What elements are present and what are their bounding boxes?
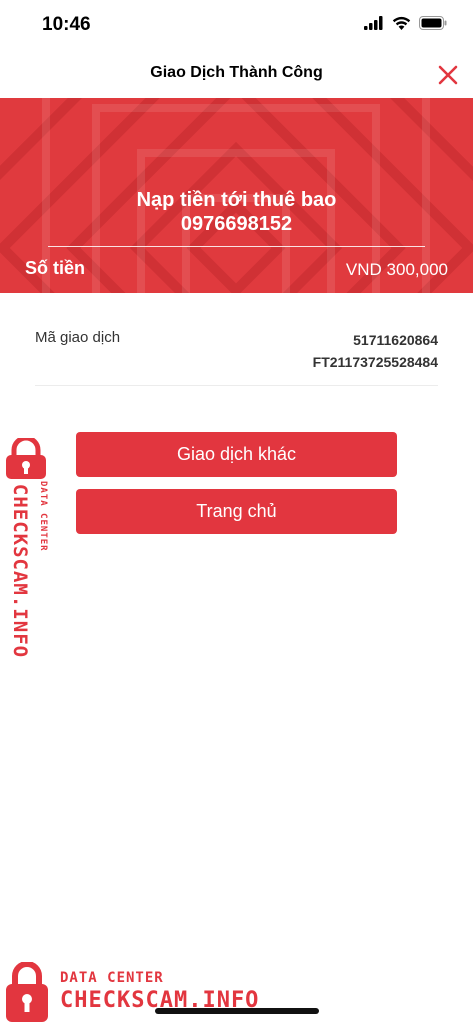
close-icon bbox=[438, 65, 458, 85]
transaction-id-value-2: FT21173725528484 bbox=[312, 354, 438, 370]
transaction-id-label: Mã giao dịch bbox=[35, 329, 121, 346]
watermark-bottom-tag: DATA CENTER bbox=[60, 970, 164, 986]
nav-bar: Giao Dịch Thành Công bbox=[0, 50, 473, 98]
amount-label: Số tiền bbox=[25, 258, 86, 278]
watermark-side: CHECKSCAM.INFO DATA CENTER bbox=[3, 438, 51, 668]
home-indicator[interactable] bbox=[155, 1008, 319, 1014]
watermark-side-brand: CHECKSCAM.INFO bbox=[9, 483, 31, 659]
wifi-icon bbox=[392, 16, 411, 30]
page-title: Giao Dịch Thành Công bbox=[150, 64, 323, 81]
success-banner: Nạp tiền tới thuê bao 0976698152 Số tiền… bbox=[0, 98, 473, 293]
other-transaction-button[interactable]: Giao dịch khác bbox=[76, 432, 397, 477]
amount-value: VND 300,000 bbox=[345, 260, 448, 279]
status-time: 10:46 bbox=[42, 14, 91, 35]
transaction-id-values: 51711620864 FT21173725528484 bbox=[313, 329, 438, 373]
signal-icon bbox=[364, 16, 383, 30]
watermark-side-tag: DATA CENTER bbox=[38, 481, 48, 552]
watermark-bottom: DATA CENTER CHECKSCAM.INFO bbox=[4, 962, 294, 1024]
banner-title: Nạp tiền tới thuê bao 0976698152 bbox=[0, 188, 473, 236]
battery-icon bbox=[419, 16, 447, 30]
home-button[interactable]: Trang chủ bbox=[76, 489, 397, 534]
banner-title-line1: Nạp tiền tới thuê bao bbox=[136, 189, 337, 211]
transaction-id-value-1: 51711620864 bbox=[353, 332, 438, 348]
lock-icon bbox=[6, 962, 48, 1022]
status-bar: 10:46 bbox=[0, 0, 473, 50]
transaction-id-row: Mã giao dịch 51711620864 FT2117372552848… bbox=[35, 325, 438, 386]
close-button[interactable] bbox=[435, 62, 461, 88]
banner-divider bbox=[48, 246, 425, 247]
phone-number: 0976698152 bbox=[180, 213, 293, 235]
status-icons bbox=[364, 16, 447, 30]
